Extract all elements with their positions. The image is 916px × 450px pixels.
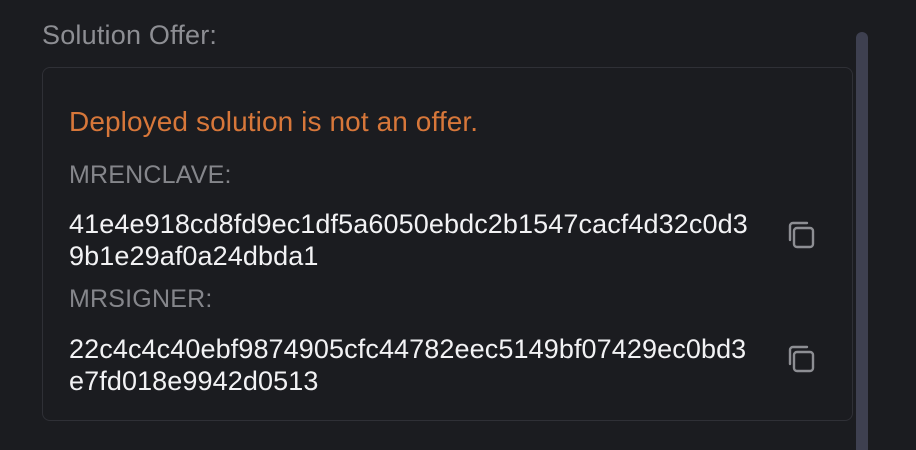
mrsigner-value: 22c4c4c40ebf9874905cfc44782eec5149bf0742… <box>69 334 747 396</box>
mrenclave-label: MRENCLAVE: <box>69 161 232 189</box>
copy-icon <box>788 221 815 249</box>
solution-offer-panel: Solution Offer: Deployed solution is not… <box>0 0 916 450</box>
mrenclave-value: 41e4e918cd8fd9ec1df5a6050ebdc2b1547cacf4… <box>69 209 748 271</box>
section-title: Solution Offer: <box>42 20 218 50</box>
not-an-offer-warning: Deployed solution is not an offer. <box>69 106 479 137</box>
mrsigner-label: MRSIGNER: <box>69 285 213 313</box>
offer-details-card: Deployed solution is not an offer. MRENC… <box>42 67 853 421</box>
vertical-scrollbar[interactable] <box>856 32 868 450</box>
copy-mrenclave-button[interactable] <box>785 218 819 252</box>
copy-icon <box>788 345 815 373</box>
copy-mrsigner-button[interactable] <box>785 342 819 376</box>
